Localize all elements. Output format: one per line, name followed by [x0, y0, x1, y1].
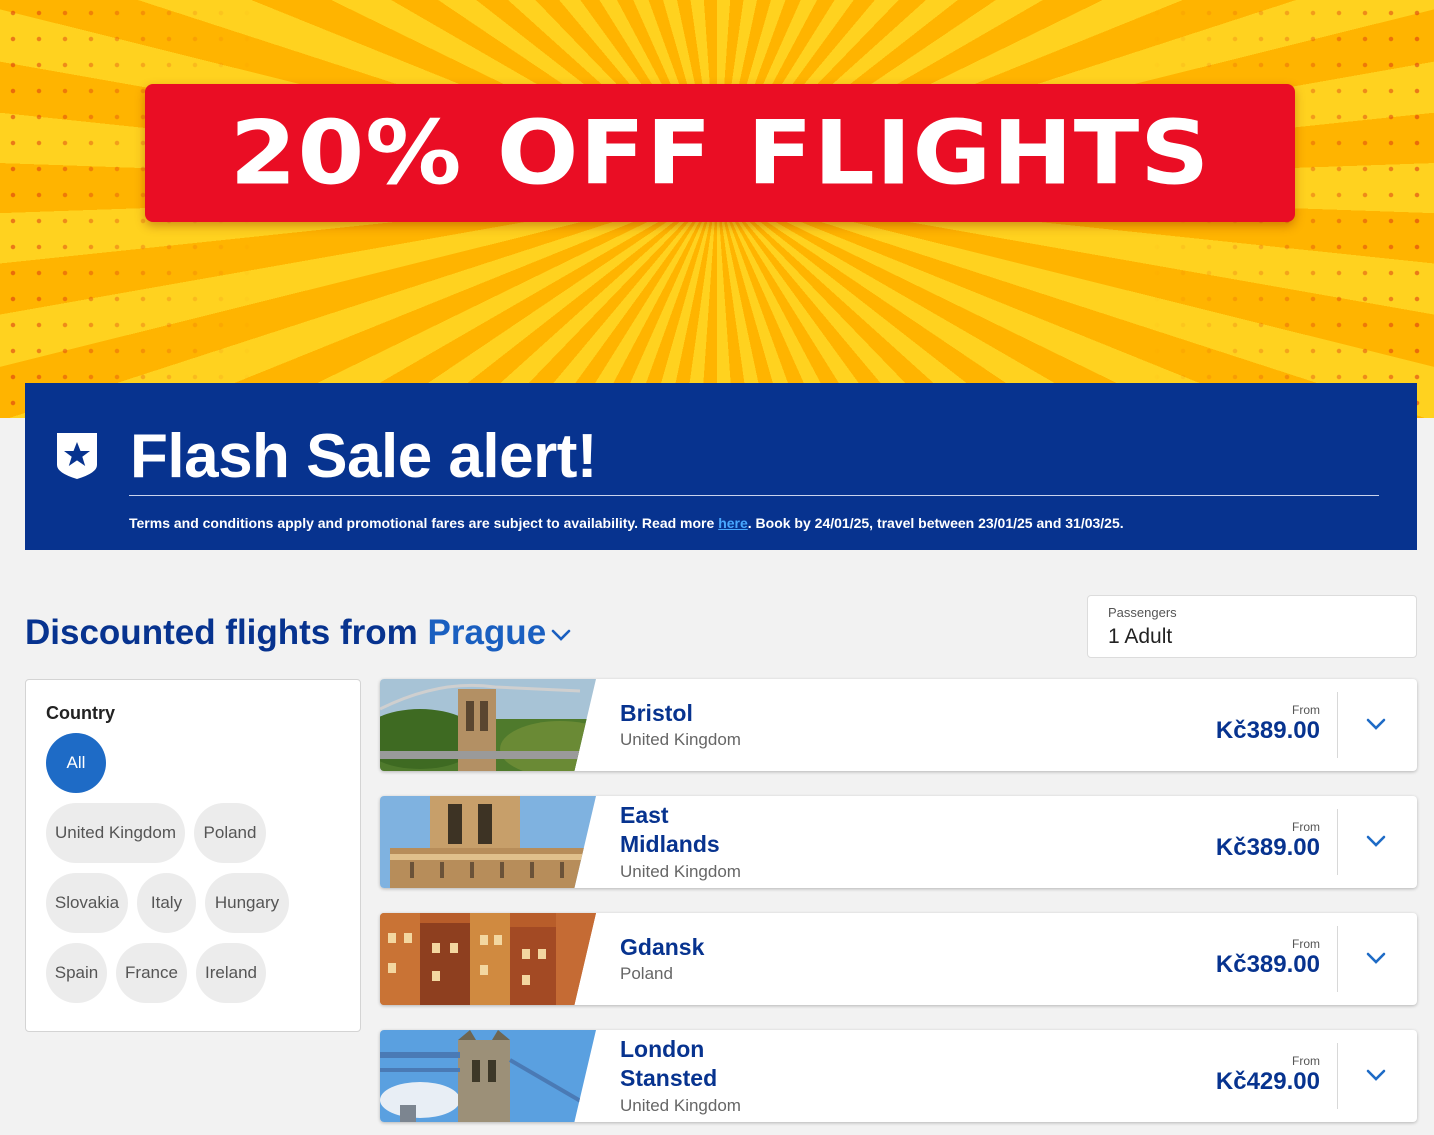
chevron-down-icon[interactable] — [1365, 833, 1387, 849]
page-heading: Discounted flights from Prague — [25, 613, 572, 653]
card-divider — [1337, 1043, 1338, 1109]
price-from-label: From — [1292, 703, 1320, 717]
destination-country: Poland — [620, 964, 673, 983]
origin-city-selector[interactable]: Prague — [428, 613, 547, 652]
destination-image — [380, 679, 596, 771]
filter-title: Country — [46, 703, 115, 723]
flight-card-east-midlands[interactable]: East Midlands United Kingdom From Kč389.0… — [380, 796, 1417, 888]
price-value: Kč389.00 — [1215, 951, 1320, 978]
promo-banner-text: 20% OFF FLIGHTS — [229, 101, 1211, 205]
country-filter-panel: Country All United Kingdom Poland Slovak… — [25, 679, 361, 1032]
price-value: Kč389.00 — [1215, 717, 1320, 744]
terms-text-suffix: . Book by 24/01/25, travel between 23/01… — [747, 515, 1124, 531]
chip-ireland[interactable]: Ireland — [196, 943, 266, 1003]
star-shield-icon — [57, 433, 97, 479]
destination-image — [380, 913, 596, 1005]
destination-image — [380, 796, 596, 888]
flash-divider — [129, 495, 1379, 496]
price-from-label: From — [1292, 1054, 1320, 1068]
price-value: Kč389.00 — [1215, 834, 1320, 861]
chip-all[interactable]: All — [46, 733, 106, 793]
price-from-label: From — [1292, 937, 1320, 951]
card-divider — [1337, 926, 1338, 992]
flight-card-london-stansted[interactable]: London Stansted United Kingdom From Kč429… — [380, 1030, 1417, 1122]
chevron-down-icon[interactable] — [550, 627, 572, 643]
passengers-value: 1 Adult — [1108, 625, 1173, 648]
flash-sale-title: Flash Sale alert! — [130, 422, 598, 491]
price-from-label: From — [1292, 820, 1320, 834]
chevron-down-icon[interactable] — [1365, 716, 1387, 732]
passengers-selector[interactable]: Passengers 1 Adult — [1087, 595, 1417, 658]
card-divider — [1337, 692, 1338, 758]
chevron-down-icon[interactable] — [1365, 1067, 1387, 1083]
promo-banner: 20% OFF FLIGHTS — [145, 84, 1295, 222]
destination-country: United Kingdom — [620, 730, 741, 749]
destination-name: Bristol — [620, 700, 693, 726]
promo-hero: 20% OFF FLIGHTS — [0, 0, 1434, 418]
passengers-label: Passengers — [1108, 605, 1177, 620]
destination-country: United Kingdom — [620, 1096, 741, 1115]
destination-image — [380, 1030, 596, 1122]
card-divider — [1337, 809, 1338, 875]
chip-italy[interactable]: Italy — [137, 873, 196, 933]
terms-link[interactable]: here — [718, 515, 748, 531]
chip-hungary[interactable]: Hungary — [205, 873, 289, 933]
destination-country: United Kingdom — [620, 862, 741, 881]
destination-name: East Midlands — [620, 802, 720, 857]
destination-name: London Stansted — [620, 1036, 718, 1091]
chip-france[interactable]: France — [116, 943, 187, 1003]
chip-spain[interactable]: Spain — [46, 943, 107, 1003]
destination-name: Gdansk — [620, 934, 705, 960]
flight-card-bristol[interactable]: Bristol United Kingdom From Kč389.00 — [380, 679, 1417, 771]
chip-poland[interactable]: Poland — [194, 803, 266, 863]
chevron-down-icon[interactable] — [1365, 950, 1387, 966]
flash-terms: Terms and conditions apply and promotion… — [129, 515, 1124, 531]
price-value: Kč429.00 — [1215, 1068, 1320, 1095]
chip-united-kingdom[interactable]: United Kingdom — [46, 803, 185, 863]
flight-card-gdansk[interactable]: Gdansk Poland From Kč389.00 — [380, 913, 1417, 1005]
heading-prefix: Discounted flights from — [25, 613, 428, 652]
chip-slovakia[interactable]: Slovakia — [46, 873, 128, 933]
flash-sale-panel: Flash Sale alert! Terms and conditions a… — [25, 383, 1417, 550]
terms-text-prefix: Terms and conditions apply and promotion… — [129, 515, 719, 531]
